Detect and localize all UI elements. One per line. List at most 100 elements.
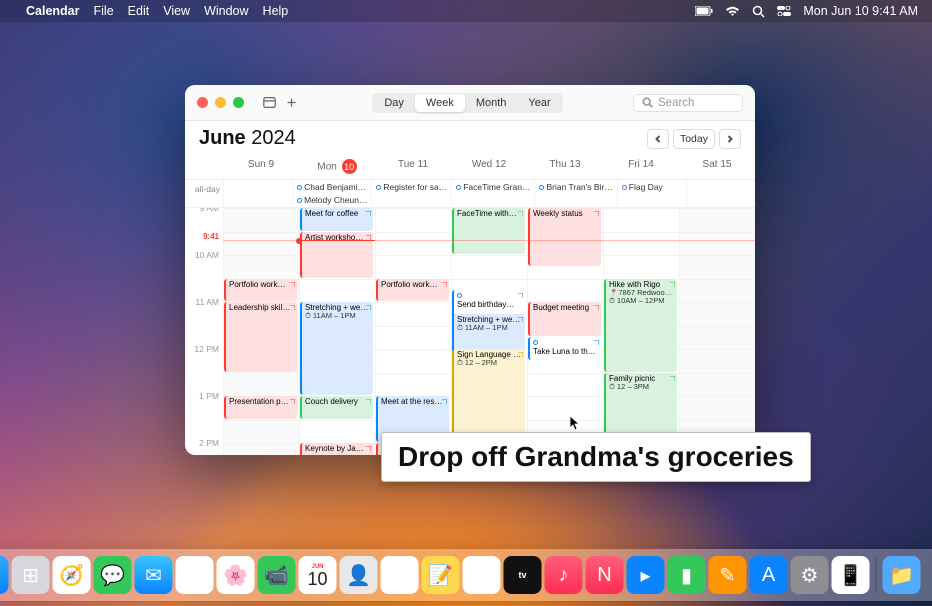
allday-event[interactable]: Melody Cheun… <box>294 194 370 206</box>
allday-cell[interactable]: Flag Day <box>617 180 686 207</box>
view-week[interactable]: Week <box>415 94 465 112</box>
view-month[interactable]: Month <box>465 94 518 112</box>
dock-contacts[interactable]: 👤 <box>340 556 378 594</box>
time-cell[interactable] <box>223 255 299 279</box>
time-cell[interactable] <box>527 396 603 420</box>
dock-safari[interactable]: 🧭 <box>53 556 91 594</box>
allday-event[interactable]: FaceTime Gran… <box>453 181 533 193</box>
dock-news[interactable]: N <box>586 556 624 594</box>
time-cell[interactable] <box>375 349 451 373</box>
day-header[interactable]: Wed 12 <box>451 156 527 177</box>
dock-maps[interactable]: 🗺 <box>176 556 214 594</box>
day-header[interactable]: Sun 9 <box>223 156 299 177</box>
zoom-button[interactable] <box>233 97 244 108</box>
calendar-event[interactable]: Meet for coffee <box>300 208 373 231</box>
dock-trash[interactable]: 🗑 <box>924 556 932 594</box>
calendar-event[interactable]: Artist worksho… <box>300 232 373 278</box>
allday-cell[interactable] <box>223 180 292 207</box>
calendar-event[interactable]: Portfolio work… <box>224 279 297 302</box>
day-header[interactable]: Mon 10 <box>299 156 375 177</box>
calendar-event[interactable]: Leadership skil… <box>224 302 297 372</box>
day-header[interactable]: Sat 15 <box>679 156 755 177</box>
view-day[interactable]: Day <box>373 94 415 112</box>
allday-cell[interactable]: FaceTime Gran… <box>451 180 534 207</box>
time-cell[interactable] <box>223 232 299 256</box>
dock-iphone[interactable]: 📱 <box>832 556 870 594</box>
allday-event[interactable]: Flag Day <box>619 181 685 193</box>
allday-cell[interactable]: Brian Tran's Bir… <box>534 180 616 207</box>
time-cell[interactable] <box>679 208 755 232</box>
menu-edit[interactable]: Edit <box>128 4 150 18</box>
calendar-event[interactable]: Sign Language Club⏱ 12 – 2PM <box>452 349 525 442</box>
allday-event[interactable]: Register for sa… <box>373 181 450 193</box>
time-cell[interactable] <box>527 373 603 397</box>
time-cell[interactable] <box>603 232 679 256</box>
app-menu[interactable]: Calendar <box>26 4 80 18</box>
dock-music[interactable]: ♪ <box>545 556 583 594</box>
time-cell[interactable] <box>679 349 755 373</box>
day-header[interactable]: Tue 11 <box>375 156 451 177</box>
calendar-event[interactable]: Weekly status <box>528 208 601 266</box>
add-event-button[interactable] <box>280 93 302 113</box>
dock-finder[interactable]: ☺ <box>0 556 9 594</box>
dock-launchpad[interactable]: ⊞ <box>12 556 50 594</box>
time-cell[interactable] <box>679 396 755 420</box>
time-cell[interactable] <box>679 373 755 397</box>
calendar-event[interactable]: Couch delivery <box>300 396 373 419</box>
day-header[interactable]: Fri 14 <box>603 156 679 177</box>
dock-freeform[interactable]: ✏ <box>463 556 501 594</box>
prev-week-button[interactable] <box>647 129 669 149</box>
battery-icon[interactable] <box>695 6 713 16</box>
menu-help[interactable]: Help <box>263 4 289 18</box>
time-cell[interactable] <box>223 208 299 232</box>
calendar-event[interactable]: FaceTime with… <box>452 208 525 254</box>
allday-cell[interactable]: Register for sa… <box>371 180 451 207</box>
minimize-button[interactable] <box>215 97 226 108</box>
dock-appstore[interactable]: A <box>750 556 788 594</box>
allday-cell[interactable] <box>686 180 755 207</box>
allday-cell[interactable]: Chad Benjami…Melody Cheun… <box>292 180 371 207</box>
time-cell[interactable] <box>527 279 603 303</box>
time-cell[interactable] <box>375 208 451 232</box>
dock-keynote[interactable]: ▸ <box>627 556 665 594</box>
control-center-icon[interactable] <box>777 6 791 16</box>
dock-tv[interactable]: tv <box>504 556 542 594</box>
clock[interactable]: Mon Jun 10 9:41 AM <box>803 4 918 18</box>
dock-facetime[interactable]: 📹 <box>258 556 296 594</box>
time-cell[interactable] <box>375 255 451 279</box>
week-grid[interactable]: 9 AM9:4110 AM11 AM12 PM1 PM2 PM3 PM4 PM5… <box>185 208 755 455</box>
dock-messages[interactable]: 💬 <box>94 556 132 594</box>
dock-settings[interactable]: ⚙ <box>791 556 829 594</box>
view-year[interactable]: Year <box>517 94 561 112</box>
time-cell[interactable] <box>679 232 755 256</box>
time-cell[interactable] <box>451 255 527 279</box>
allday-event[interactable]: Brian Tran's Bir… <box>536 181 615 193</box>
time-cell[interactable] <box>679 326 755 350</box>
time-cell[interactable] <box>223 420 299 444</box>
time-cell[interactable] <box>603 208 679 232</box>
time-cell[interactable] <box>375 373 451 397</box>
time-cell[interactable] <box>679 279 755 303</box>
time-cell[interactable] <box>679 302 755 326</box>
time-cell[interactable] <box>603 255 679 279</box>
dock-pages[interactable]: ✎ <box>709 556 747 594</box>
calendar-event[interactable]: Portfolio work… <box>376 279 449 302</box>
time-cell[interactable] <box>375 326 451 350</box>
today-button[interactable]: Today <box>673 129 715 149</box>
allday-event[interactable]: Chad Benjami… <box>294 181 370 193</box>
wifi-icon[interactable] <box>725 6 740 17</box>
menu-window[interactable]: Window <box>204 4 248 18</box>
spotlight-icon[interactable] <box>752 5 765 18</box>
time-cell[interactable] <box>375 232 451 256</box>
dock-mail[interactable]: ✉ <box>135 556 173 594</box>
calendar-event[interactable]: Take Luna to th… <box>528 337 601 360</box>
dock-numbers[interactable]: ▮ <box>668 556 706 594</box>
dock-reminders[interactable]: ☰ <box>381 556 419 594</box>
time-cell[interactable] <box>223 443 299 455</box>
calendar-event[interactable]: Budget meeting <box>528 302 601 336</box>
calendars-sidebar-button[interactable] <box>258 93 280 113</box>
next-week-button[interactable] <box>719 129 741 149</box>
dock-calendar[interactable]: JUN10 <box>299 556 337 594</box>
calendar-event[interactable]: Hike with Rigo📍7867 Redwoo…⏱ 10AM – 12PM <box>604 279 677 372</box>
time-cell[interactable] <box>299 420 375 444</box>
